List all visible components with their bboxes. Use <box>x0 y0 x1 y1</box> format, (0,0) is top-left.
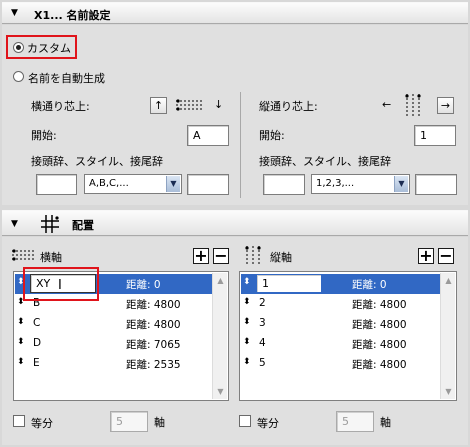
axis-distance: 距離: 4800 <box>352 299 407 311</box>
vertical-list-scrollbar[interactable]: ▲ ▼ <box>440 273 455 399</box>
axis-name-edit-field[interactable]: 1 <box>256 274 322 293</box>
horizontal-list-scrollbar[interactable]: ▲ ▼ <box>212 273 227 399</box>
axis-name: 4 <box>259 337 266 349</box>
vertical-prefix-input[interactable] <box>263 174 305 195</box>
axis-distance: 距離: 4800 <box>126 299 181 311</box>
horizontal-start-input[interactable]: A <box>187 125 229 146</box>
axis-name: 2 <box>259 297 266 309</box>
horizontal-prefix-input[interactable] <box>36 174 77 195</box>
horizontal-affix-label: 接頭辞、スタイル、接尾辞 <box>31 155 163 168</box>
vertical-axis-unit: 軸 <box>380 416 391 429</box>
vertical-equal-label: 等分 <box>257 417 279 430</box>
axis-name: C <box>33 317 41 329</box>
horizontal-start-label: 開始: <box>31 129 57 142</box>
axis-distance: 距離: 0 <box>352 279 387 291</box>
vertical-gridline-icon <box>404 94 424 116</box>
vertical-start-input[interactable]: 1 <box>414 125 456 146</box>
direction-right-button[interactable]: → <box>437 97 454 114</box>
add-vertical-axis-button[interactable]: + <box>418 248 434 264</box>
drag-handle-icon[interactable]: ⬍ <box>17 357 25 367</box>
vertical-start-label: 開始: <box>259 129 285 142</box>
drag-handle-icon[interactable]: ⬍ <box>243 357 251 367</box>
list-item[interactable]: ⬍ 3 距離: 4800 <box>241 314 440 334</box>
horizontal-gridline-title: 横通り芯上: <box>31 100 90 113</box>
vertical-axis-list[interactable]: ⬍ 距離: 0 1 ⬍ 2 距離: 4800 ⬍ 3 距離: 4800 ⬍ 4 … <box>239 271 457 401</box>
axis-distance: 距離: 7065 <box>126 339 181 351</box>
horizontal-style-value: A,B,C,... <box>89 178 129 189</box>
list-item[interactable]: ⬍ D 距離: 7065 <box>15 334 212 354</box>
auto-name-radio-label[interactable]: 名前を自動生成 <box>28 70 105 86</box>
remove-horizontal-axis-button[interactable]: − <box>213 248 229 264</box>
layout-header[interactable]: ▼ 配置 <box>2 210 468 236</box>
grid-layout-icon <box>40 214 60 234</box>
layout-title: 配置 <box>72 219 94 232</box>
chevron-down-icon[interactable]: ▼ <box>394 176 408 192</box>
remove-vertical-axis-button[interactable]: − <box>438 248 454 264</box>
chevron-down-icon[interactable]: ▼ <box>166 176 180 192</box>
horizontal-count-input[interactable]: 5 <box>110 411 148 432</box>
axis-distance: 距離: 4800 <box>352 339 407 351</box>
list-item[interactable]: ⬍ 2 距離: 4800 <box>241 294 440 314</box>
name-settings-title: X1... 名前設定 <box>34 9 111 22</box>
horizontal-gridline-icon <box>176 99 203 111</box>
custom-highlight-box <box>6 35 77 59</box>
auto-name-radio[interactable] <box>13 71 24 82</box>
horizontal-equal-label: 等分 <box>31 417 53 430</box>
horizontal-suffix-input[interactable] <box>187 174 229 195</box>
drag-handle-icon[interactable]: ⬍ <box>17 337 25 347</box>
list-item[interactable]: ⬍ 5 距離: 4800 <box>241 354 440 374</box>
direction-down-icon: ↓ <box>214 98 224 111</box>
axis-distance: 距離: 4800 <box>352 359 407 371</box>
list-item[interactable]: ⬍ 4 距離: 4800 <box>241 334 440 354</box>
axis-name: E <box>33 357 40 369</box>
scroll-up-icon[interactable]: ▲ <box>441 273 456 288</box>
vertical-suffix-input[interactable] <box>415 174 457 195</box>
horizontal-style-select[interactable]: A,B,C,... ▼ <box>84 174 182 194</box>
name-settings-header[interactable]: ▼ X1... 名前設定 <box>2 2 468 24</box>
vertical-count-input[interactable]: 5 <box>336 411 374 432</box>
axis-distance: 距離: 4800 <box>352 319 407 331</box>
add-horizontal-axis-button[interactable]: + <box>193 248 209 264</box>
list-item[interactable]: ⬍ E 距離: 2535 <box>15 354 212 374</box>
name-settings-divider <box>240 92 241 198</box>
drag-handle-icon[interactable]: ⬍ <box>17 317 25 327</box>
direction-left-icon: ← <box>382 98 392 111</box>
vertical-equal-checkbox[interactable] <box>239 415 251 427</box>
axis-name-highlight-box <box>23 267 99 301</box>
axis-name: D <box>33 337 42 349</box>
collapse-triangle-icon[interactable]: ▼ <box>11 219 18 229</box>
vertical-axis-label: 縦軸 <box>270 251 292 264</box>
axis-distance: 距離: 4800 <box>126 319 181 331</box>
collapse-triangle-icon[interactable]: ▼ <box>11 8 18 18</box>
scroll-down-icon[interactable]: ▼ <box>441 384 456 399</box>
axis-name: 3 <box>259 317 266 329</box>
vertical-gridline-title: 縦通り芯上: <box>259 100 318 113</box>
vertical-style-select[interactable]: 1,2,3,... ▼ <box>311 174 410 194</box>
axis-name: 5 <box>259 357 266 369</box>
drag-handle-icon[interactable]: ⬍ <box>243 277 251 287</box>
vertical-axis-icon <box>244 246 264 264</box>
horizontal-axis-icon <box>12 249 34 261</box>
scroll-down-icon[interactable]: ▼ <box>213 384 228 399</box>
axis-distance: 距離: 2535 <box>126 359 181 371</box>
drag-handle-icon[interactable]: ⬍ <box>243 297 251 307</box>
drag-handle-icon[interactable]: ⬍ <box>243 317 251 327</box>
vertical-affix-label: 接頭辞、スタイル、接尾辞 <box>259 155 391 168</box>
scroll-up-icon[interactable]: ▲ <box>213 273 228 288</box>
list-item[interactable]: ⬍ C 距離: 4800 <box>15 314 212 334</box>
vertical-style-value: 1,2,3,... <box>316 178 355 189</box>
direction-up-button[interactable]: ↑ <box>150 97 167 114</box>
horizontal-equal-checkbox[interactable] <box>13 415 25 427</box>
horizontal-axis-unit: 軸 <box>154 416 165 429</box>
horizontal-axis-label: 横軸 <box>40 251 62 264</box>
drag-handle-icon[interactable]: ⬍ <box>243 337 251 347</box>
axis-distance: 距離: 0 <box>126 279 161 291</box>
